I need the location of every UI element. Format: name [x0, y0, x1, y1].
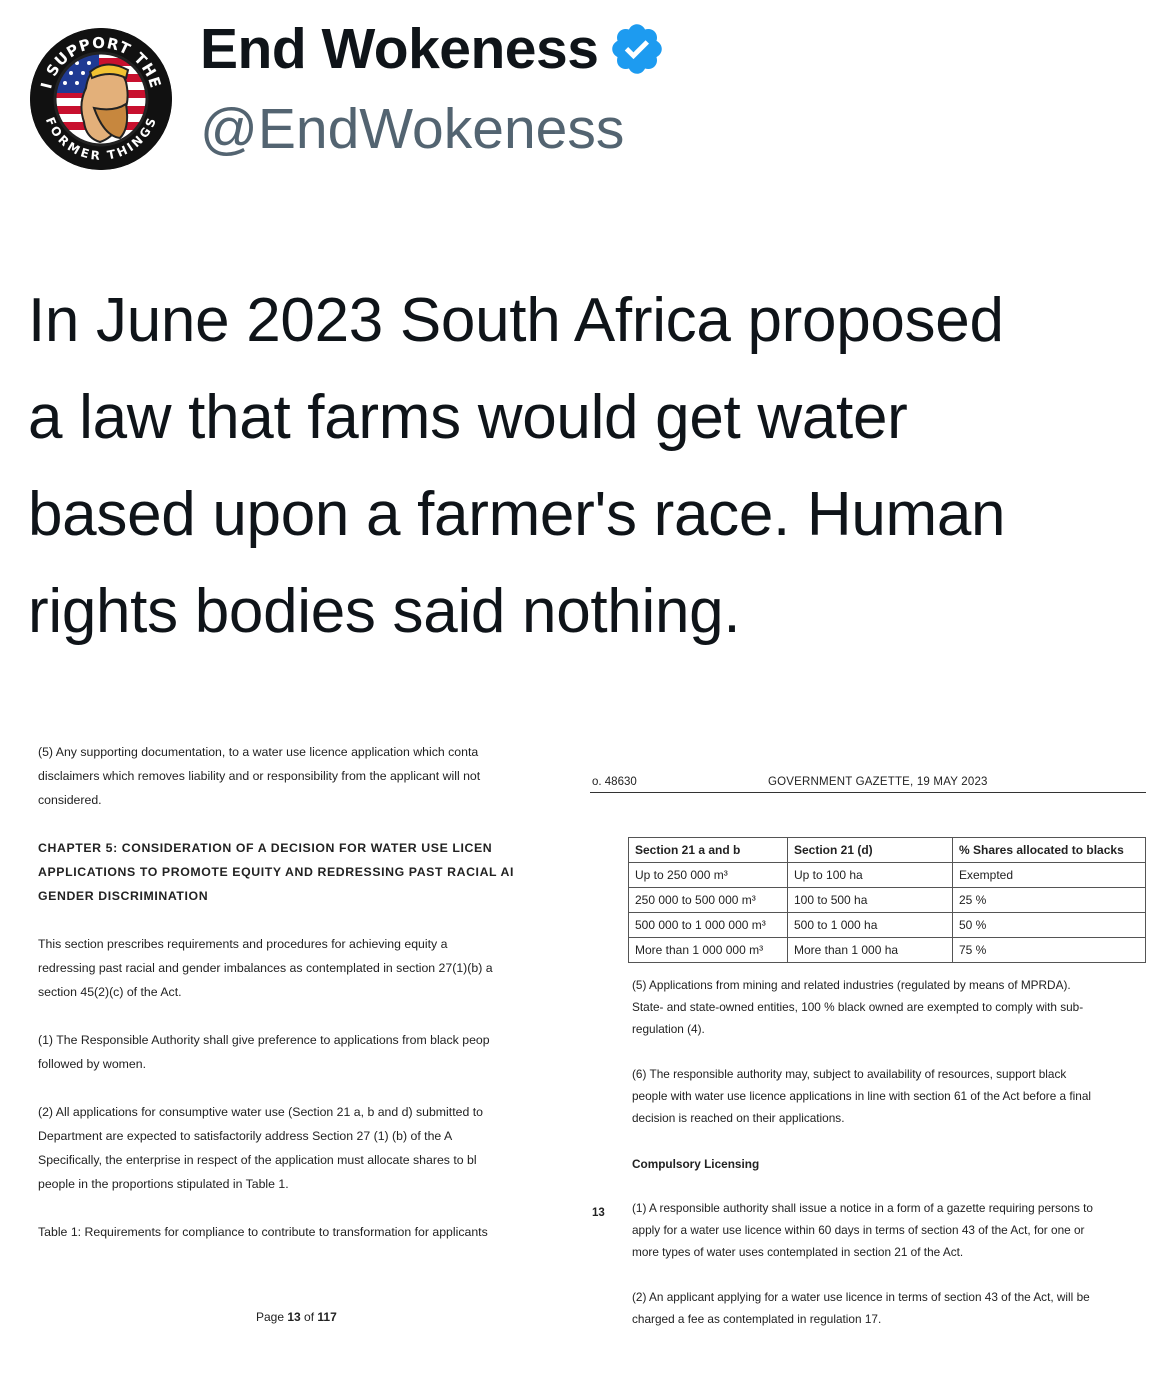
table-cell: 100 to 500 ha: [787, 887, 953, 913]
table-cell: More than 1 000 ha: [787, 937, 953, 963]
gazette-header: o. 48630 GOVERNMENT GAZETTE, 19 MAY 2023: [590, 768, 1146, 793]
doc-chapter-heading: GENDER DISCRIMINATION: [38, 889, 209, 903]
tweet-text: In June 2023 South Africa proposed a law…: [28, 272, 1138, 660]
doc-line: disclaimers which removes liability and …: [38, 769, 481, 783]
doc-line: people in the proportions stipulated in …: [38, 1177, 289, 1191]
user-handle[interactable]: @EndWokeness: [200, 96, 624, 162]
document-page-right: o. 48630 GOVERNMENT GAZETTE, 19 MAY 2023…: [590, 768, 1146, 1358]
doc-chapter-heading: CHAPTER 5: CONSIDERATION OF A DECISION F…: [38, 841, 493, 855]
section-heading: Compulsory Licensing: [632, 1157, 760, 1171]
tweet-line: rights bodies said nothing.: [28, 577, 741, 646]
table-cell: 75 %: [952, 937, 1146, 963]
avatar[interactable]: I SUPPORT THE FORMER THINGS: [30, 28, 172, 170]
table-row: 250 000 to 500 000 m³ 100 to 500 ha 25 %: [628, 887, 1146, 913]
doc-line: Specifically, the enterprise in respect …: [38, 1153, 477, 1167]
table-cell: Exempted: [952, 862, 1146, 888]
paragraph-c2: (2) An applicant applying for a water us…: [632, 1290, 1090, 1326]
table-cell: 50 %: [952, 912, 1146, 938]
table-cell: 25 %: [952, 887, 1146, 913]
verified-badge-icon: [612, 24, 663, 74]
table-header: % Shares allocated to blacks: [952, 837, 1146, 863]
paragraph-6: (6) The responsible authority may, subje…: [632, 1067, 1092, 1125]
doc-line: [38, 1076, 586, 1100]
tweet-line: based upon a farmer's race. Human: [28, 480, 1006, 549]
table-header: Section 21 a and b: [628, 837, 788, 863]
table-cell: More than 1 000 000 m³: [628, 937, 788, 963]
doc-line: followed by women.: [38, 1057, 146, 1071]
margin-number: 13: [592, 1207, 605, 1219]
gazette-number: o. 48630: [592, 776, 637, 788]
display-name[interactable]: End Wokeness: [200, 16, 599, 82]
doc-line: This section prescribes requirements and…: [38, 937, 448, 951]
doc-chapter-heading: APPLICATIONS TO PROMOTE EQUITY AND REDRE…: [38, 865, 514, 879]
avatar-logo-image: I SUPPORT THE FORMER THINGS: [30, 28, 172, 170]
doc-line: [38, 1196, 586, 1220]
doc-line: (1) The Responsible Authority shall give…: [38, 1033, 490, 1047]
doc-line: redressing past racial and gender imbala…: [38, 961, 493, 975]
shares-table: Section 21 a and b Section 21 (d) % Shar…: [628, 837, 1146, 963]
tweet-line: a law that farms would get water: [28, 383, 908, 452]
tweet-media-image[interactable]: (5) Any supporting documentation, to a w…: [28, 728, 1146, 1360]
doc-line: section 45(2)(c) of the Act.: [38, 985, 182, 999]
paragraph-5: (5) Applications from mining and related…: [632, 978, 1084, 1036]
page-footer: Page 13 of 117: [256, 1310, 337, 1324]
tweet-line: In June 2023 South Africa proposed: [28, 286, 1004, 355]
doc-line: considered.: [38, 793, 102, 807]
table-cell: 500 000 to 1 000 000 m³: [628, 912, 788, 938]
table-row: More than 1 000 000 m³ More than 1 000 h…: [628, 937, 1146, 963]
table-row: Up to 250 000 m³ Up to 100 ha Exempted: [628, 862, 1146, 888]
doc-line: (2) All applications for consumptive wat…: [38, 1105, 483, 1119]
doc-line: [38, 908, 586, 932]
doc-line: (5) Any supporting documentation, to a w…: [38, 745, 479, 759]
gazette-title: GOVERNMENT GAZETTE, 19 MAY 2023: [768, 776, 988, 788]
doc-line: Table 1: Requirements for compliance to …: [38, 1225, 488, 1239]
paragraph-c1: (1) A responsible authority shall issue …: [632, 1201, 1093, 1259]
table-cell: 250 000 to 500 000 m³: [628, 887, 788, 913]
table-row: 500 000 to 1 000 000 m³ 500 to 1 000 ha …: [628, 912, 1146, 938]
table-header: Section 21 (d): [787, 837, 953, 863]
table-cell: Up to 100 ha: [787, 862, 953, 888]
doc-line: Department are expected to satisfactoril…: [38, 1129, 453, 1143]
table-cell: Up to 250 000 m³: [628, 862, 788, 888]
doc-line: [38, 812, 586, 836]
table-header-row: Section 21 a and b Section 21 (d) % Shar…: [628, 837, 1146, 863]
doc-line: [38, 1004, 586, 1028]
display-name-row[interactable]: End Wokeness: [200, 16, 666, 82]
table-cell: 500 to 1 000 ha: [787, 912, 953, 938]
document-page-left: (5) Any supporting documentation, to a w…: [38, 740, 586, 1350]
